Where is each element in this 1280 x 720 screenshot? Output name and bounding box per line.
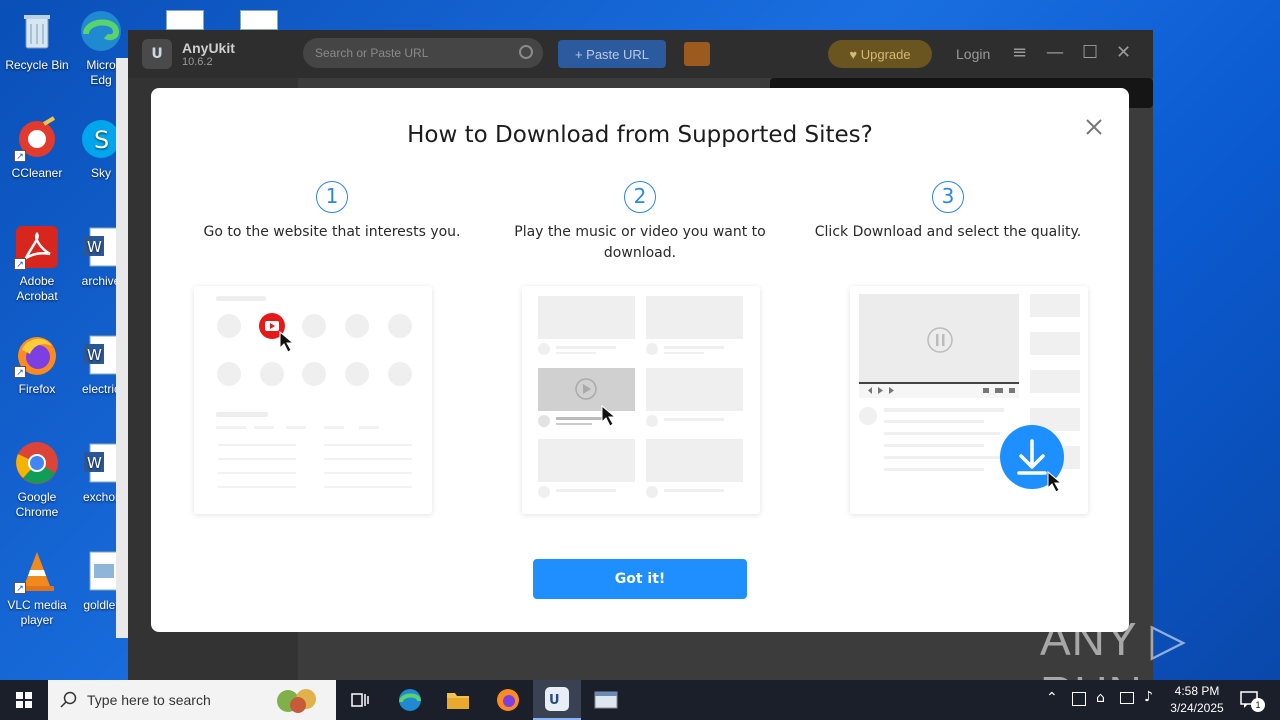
word-document-icon[interactable] — [240, 10, 278, 30]
tray-network-icon[interactable]: ⌂ — [1096, 690, 1105, 706]
taskbar-edge[interactable] — [386, 680, 434, 720]
taskbar-search-placeholder: Type here to search — [87, 692, 211, 708]
desktop-icon-label: Recycle Bin — [5, 58, 69, 72]
task-view-icon — [351, 693, 369, 707]
taskbar-file-explorer[interactable] — [434, 680, 482, 720]
tray-volume-icon[interactable]: ♪ — [1144, 689, 1153, 705]
desktop-icon-google-chrome[interactable]: Google Chrome — [0, 440, 74, 520]
shortcut-arrow-icon: ↗ — [14, 258, 26, 270]
taskbar: Type here to search U ⌃ ⌂ ♪ 4:58 PM 3/24… — [0, 680, 1280, 720]
notifications-button[interactable]: 1 — [1236, 680, 1280, 720]
adobe-acrobat-icon: ↗ — [14, 224, 60, 270]
login-link[interactable]: Login — [956, 46, 990, 62]
anyukit-icon: U — [545, 687, 569, 711]
desktop-icon-label: Google Chrome — [15, 490, 59, 519]
shortcut-arrow-icon: ↗ — [14, 366, 26, 378]
how-to-download-modal: How to Download from Supported Sites? 1 … — [151, 88, 1129, 632]
step-1: 1 Go to the website that interests you. — [182, 181, 482, 243]
app-titlebar: U AnyUkit 10.6.2 Search or Paste URL + P… — [128, 30, 1153, 78]
shortcut-arrow-icon: ↗ — [14, 150, 26, 162]
url-search-input[interactable]: Search or Paste URL — [303, 38, 543, 68]
step-3: 3 Click Download and select the quality. — [798, 181, 1098, 243]
clock-date: 3/24/2025 — [1170, 701, 1224, 715]
desktop-icon-label: VLC media player — [7, 598, 67, 627]
close-window-icon[interactable]: ✕ — [1116, 44, 1131, 62]
windows-logo-icon — [16, 692, 32, 708]
desktop-icon-label: Micro Edg — [86, 58, 116, 87]
app-window-icon — [594, 691, 618, 709]
cursor-icon — [279, 330, 295, 353]
edge-icon — [78, 8, 124, 54]
tray-chevron-up-icon[interactable]: ⌃ — [1046, 690, 1058, 706]
desktop-icon-label: CCleaner — [11, 166, 63, 180]
illustration-download — [850, 286, 1088, 514]
step-number: 2 — [624, 181, 656, 213]
taskbar-app-window[interactable] — [582, 680, 630, 720]
svg-text:W: W — [87, 238, 102, 256]
step-text: Click Download and select the quality. — [814, 224, 1082, 240]
taskbar-search-box[interactable]: Type here to search — [48, 680, 336, 720]
desktop-icon-label: goldlet — [83, 598, 119, 612]
got-it-button[interactable]: Got it! — [533, 559, 747, 599]
app-name-block: AnyUkit 10.6.2 — [182, 40, 235, 68]
search-icon — [519, 45, 533, 59]
illustration-website — [194, 286, 432, 514]
illustration-video-grid — [522, 286, 760, 514]
desktop-icon-label: archive — [81, 274, 121, 288]
modal-title: How to Download from Supported Sites? — [407, 122, 873, 148]
gift-icon[interactable] — [684, 42, 710, 66]
close-icon[interactable] — [1083, 116, 1105, 138]
desktop-icon-ccleaner[interactable]: ↗ CCleaner — [0, 116, 74, 181]
svg-text:W: W — [87, 346, 102, 364]
firefox-icon: ↗ — [14, 332, 60, 378]
search-highlight-illustration-icon — [277, 689, 316, 713]
taskbar-firefox[interactable] — [484, 680, 532, 720]
minimize-icon[interactable]: — — [1046, 44, 1064, 62]
firefox-icon — [497, 689, 519, 711]
url-search-placeholder: Search or Paste URL — [315, 46, 429, 60]
desktop-icon-adobe-acrobat[interactable]: ↗ Adobe Acrobat — [0, 224, 74, 304]
app-name: AnyUkit — [182, 40, 235, 56]
google-chrome-icon — [14, 440, 60, 486]
shortcut-arrow-icon: ↗ — [14, 582, 26, 594]
folder-icon — [447, 693, 469, 709]
tray-monitor-icon[interactable] — [1120, 692, 1134, 704]
desktop-icon-vlc[interactable]: ↗ VLC media player — [0, 548, 74, 628]
step-text: Go to the website that interests you. — [203, 224, 461, 240]
tray-device-icon[interactable] — [1072, 692, 1086, 706]
desktop-icon-firefox[interactable]: ↗ Firefox — [0, 332, 74, 397]
notification-count-badge: 1 — [1251, 698, 1265, 712]
tray-clock[interactable]: 4:58 PM 3/24/2025 — [1164, 683, 1230, 717]
svg-text:W: W — [87, 454, 102, 472]
maximize-icon[interactable]: ☐ — [1082, 44, 1098, 62]
svg-text:S: S — [94, 126, 109, 154]
svg-text:U: U — [549, 693, 560, 708]
edge-icon — [399, 689, 421, 711]
step-number: 3 — [932, 181, 964, 213]
upgrade-button[interactable]: ♥ Upgrade — [828, 40, 932, 68]
recycle-bin-icon — [14, 8, 60, 54]
start-button[interactable] — [0, 680, 48, 720]
vlc-cone-icon: ↗ — [14, 548, 60, 594]
desktop-icon-label: Sky — [90, 166, 111, 180]
task-view-button[interactable] — [336, 680, 384, 720]
step-2: 2 Play the music or video you want to do… — [490, 181, 790, 264]
desktop-icon-label: electric — [81, 382, 120, 396]
app-version: 10.6.2 — [182, 56, 213, 68]
clock-time: 4:58 PM — [1174, 684, 1220, 698]
search-icon — [60, 691, 77, 708]
word-document-icon[interactable] — [166, 10, 204, 30]
ccleaner-icon: ↗ — [14, 116, 60, 162]
taskbar-anyukit[interactable]: U — [533, 680, 581, 720]
step-number: 1 — [316, 181, 348, 213]
desktop-icon-label: Firefox — [18, 382, 56, 396]
menu-icon[interactable]: ≡ — [1012, 44, 1027, 62]
desktop-icon-label: Adobe Acrobat — [16, 274, 58, 303]
paste-url-button[interactable]: + Paste URL — [558, 40, 666, 68]
desktop-icon-recycle-bin[interactable]: Recycle Bin — [0, 8, 74, 73]
anyukit-logo: U — [142, 39, 172, 69]
desktop-icon-label: exchor — [82, 490, 120, 504]
step-text: Play the music or video you want to down… — [514, 224, 766, 261]
